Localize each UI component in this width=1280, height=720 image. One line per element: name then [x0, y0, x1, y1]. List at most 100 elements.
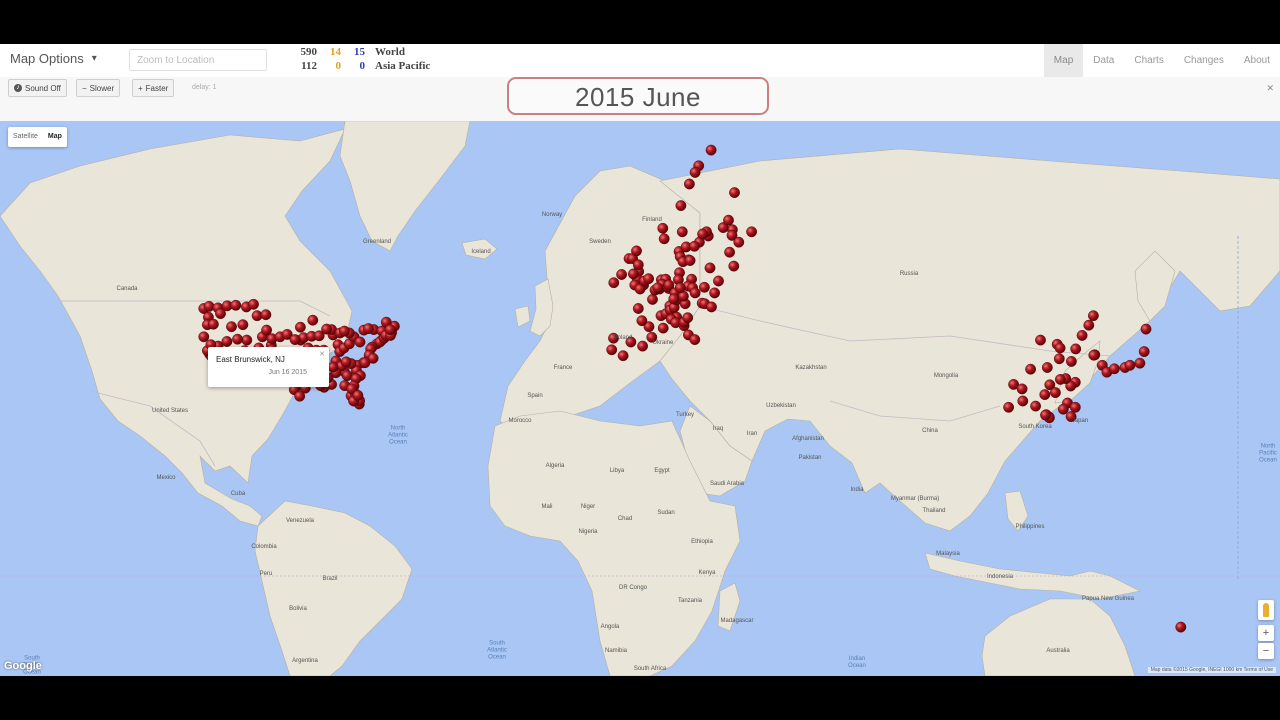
location-pin[interactable] — [689, 287, 701, 299]
location-pin[interactable] — [636, 315, 648, 327]
location-pin[interactable] — [643, 273, 654, 285]
location-pin[interactable] — [689, 334, 701, 346]
location-pin[interactable] — [658, 233, 670, 245]
location-pin[interactable] — [1055, 373, 1066, 385]
location-pin[interactable] — [1025, 363, 1037, 375]
location-pin[interactable] — [289, 334, 301, 346]
location-pin[interactable] — [617, 350, 629, 362]
location-pin[interactable] — [697, 228, 708, 240]
location-pin[interactable] — [340, 356, 352, 368]
location-pin[interactable] — [684, 178, 695, 190]
map-type-map[interactable]: Map — [43, 127, 67, 147]
location-pin[interactable] — [215, 308, 226, 320]
location-pin[interactable] — [668, 293, 680, 305]
location-pin[interactable] — [1017, 395, 1029, 407]
nav-tab-about[interactable]: About — [1234, 44, 1280, 77]
location-pin[interactable] — [307, 314, 319, 326]
location-pin[interactable] — [729, 187, 740, 199]
location-pin[interactable] — [207, 318, 219, 330]
location-pin[interactable] — [674, 282, 686, 294]
location-pin[interactable] — [676, 226, 688, 238]
location-pin[interactable] — [363, 323, 374, 335]
location-pin[interactable] — [1138, 346, 1150, 358]
location-pin[interactable] — [704, 262, 716, 274]
location-pin[interactable] — [652, 282, 664, 294]
location-pin[interactable] — [1035, 334, 1046, 346]
location-pin[interactable] — [637, 340, 648, 352]
location-pin[interactable] — [733, 236, 745, 248]
location-pin[interactable] — [338, 325, 350, 337]
location-pin[interactable] — [608, 277, 620, 289]
location-pin[interactable] — [728, 260, 740, 272]
location-pin[interactable] — [706, 301, 717, 313]
location-pin[interactable] — [1066, 355, 1077, 367]
location-pin[interactable] — [1069, 401, 1081, 413]
location-pin[interactable] — [682, 312, 694, 324]
location-pin[interactable] — [260, 309, 272, 321]
street-view-pegman-icon[interactable] — [1258, 600, 1274, 620]
close-icon[interactable]: ✕ — [319, 350, 325, 358]
location-pin[interactable] — [248, 298, 259, 310]
location-pin[interactable] — [327, 361, 339, 373]
world-map[interactable]: Satellite Map Greenland Iceland Canada R… — [0, 121, 1280, 676]
location-pin[interactable] — [628, 268, 639, 280]
location-pin[interactable] — [1088, 310, 1099, 322]
location-pin[interactable] — [1053, 353, 1065, 365]
location-pin[interactable] — [221, 336, 233, 347]
location-pin[interactable] — [1109, 363, 1120, 375]
map-type-satellite[interactable]: Satellite — [8, 127, 43, 147]
location-pin[interactable] — [705, 144, 717, 156]
nav-tab-map[interactable]: Map — [1043, 44, 1084, 77]
location-pin[interactable] — [1030, 400, 1042, 412]
location-pin[interactable] — [616, 269, 627, 280]
location-pin[interactable] — [1016, 383, 1028, 395]
sound-toggle-button[interactable]: ♪ Sound Off — [8, 79, 67, 97]
location-pin[interactable] — [675, 200, 687, 212]
location-pin[interactable] — [1040, 409, 1051, 421]
location-pin[interactable] — [1134, 357, 1146, 369]
location-pin[interactable] — [1041, 362, 1053, 373]
location-pin[interactable] — [723, 214, 734, 226]
location-pin[interactable] — [261, 324, 272, 336]
location-pin[interactable] — [1083, 319, 1095, 331]
location-pin[interactable] — [294, 321, 306, 333]
map-options-dropdown[interactable]: Map Options ▾ — [10, 51, 97, 66]
location-pin[interactable] — [1076, 329, 1088, 341]
location-pin[interactable] — [1140, 323, 1152, 335]
location-pin[interactable] — [203, 300, 215, 312]
location-pin[interactable] — [689, 167, 701, 178]
zoom-out-button[interactable]: − — [1258, 643, 1274, 659]
location-pin[interactable] — [1039, 389, 1051, 400]
zoom-in-button[interactable]: + — [1258, 625, 1274, 641]
location-pin[interactable] — [237, 319, 249, 331]
location-pin[interactable] — [724, 246, 735, 258]
location-pin[interactable] — [232, 333, 243, 345]
location-pin[interactable] — [321, 323, 332, 335]
location-pin[interactable] — [713, 275, 724, 287]
location-pin[interactable] — [632, 259, 644, 271]
location-pin[interactable] — [1003, 401, 1014, 413]
location-pin[interactable] — [1175, 621, 1187, 633]
location-pin[interactable] — [1124, 359, 1136, 371]
location-pin[interactable] — [230, 299, 242, 311]
slower-button[interactable]: − Slower — [76, 79, 121, 97]
faster-button[interactable]: + Faster — [132, 79, 175, 97]
location-pin[interactable] — [352, 389, 364, 401]
location-pin[interactable] — [241, 334, 253, 346]
location-pin[interactable] — [1088, 349, 1100, 361]
location-pin[interactable] — [226, 321, 237, 333]
location-pin[interactable] — [354, 336, 366, 348]
location-pin[interactable] — [1057, 403, 1069, 415]
location-pin[interactable] — [709, 287, 720, 299]
location-pin[interactable] — [684, 255, 696, 266]
location-pin[interactable] — [689, 240, 700, 252]
nav-tab-charts[interactable]: Charts — [1124, 44, 1173, 77]
location-pin[interactable] — [384, 324, 396, 336]
location-pin[interactable] — [657, 222, 669, 234]
location-pin[interactable] — [294, 390, 306, 402]
location-pin[interactable] — [1050, 387, 1061, 398]
close-icon[interactable]: ✕ — [1266, 83, 1274, 94]
location-pin[interactable] — [632, 303, 644, 314]
location-pin[interactable] — [359, 357, 371, 369]
location-pin[interactable] — [657, 322, 669, 334]
